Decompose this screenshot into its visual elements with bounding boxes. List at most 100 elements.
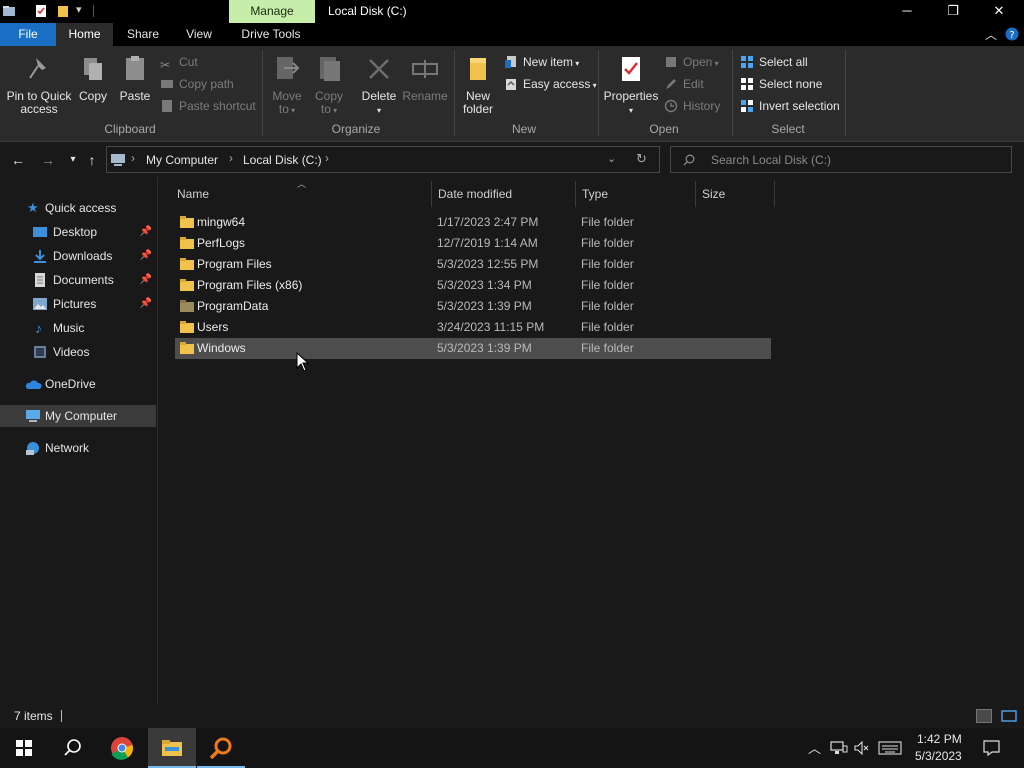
nav-network[interactable]: Network: [0, 437, 156, 459]
select-all-icon: [741, 56, 753, 68]
easy-access-button[interactable]: Easy access ▾: [504, 75, 597, 93]
column-divider[interactable]: [774, 181, 775, 207]
breadcrumb-local-disk[interactable]: Local Disk (C:): [243, 153, 322, 167]
table-row[interactable]: ProgramData 5/3/2023 1:39 PM File folder: [175, 296, 771, 317]
column-divider[interactable]: [575, 181, 576, 207]
magnifier-taskbar-button[interactable]: [197, 728, 245, 768]
move-to-label-1: Move: [272, 89, 302, 103]
move-to-button[interactable]: Move to ▾: [270, 54, 304, 117]
search-box[interactable]: Search Local Disk (C:): [670, 146, 1012, 173]
address-bar[interactable]: › My Computer › Local Disk (C:) › ⌄ ↻: [106, 146, 660, 173]
clock-date[interactable]: 5/3/2023: [915, 749, 962, 763]
network-tray-icon[interactable]: [830, 741, 848, 755]
breadcrumb-my-computer[interactable]: My Computer: [146, 153, 218, 167]
up-button[interactable]: ↑: [82, 149, 102, 171]
select-none-button[interactable]: Select none: [740, 75, 822, 93]
help-icon[interactable]: ?: [1005, 27, 1019, 41]
tab-file[interactable]: File: [0, 23, 56, 46]
pin-to-quick-access-button[interactable]: Pin to Quick access: [6, 54, 72, 116]
refresh-icon[interactable]: ↻: [636, 151, 647, 167]
action-center-icon[interactable]: [983, 740, 1000, 756]
table-row[interactable]: PerfLogs 12/7/2019 1:14 AM File folder: [175, 233, 771, 254]
pin-icon: 📌: [139, 226, 152, 237]
open-button[interactable]: Open ▾: [664, 53, 719, 71]
file-explorer-taskbar-button[interactable]: [148, 728, 196, 768]
history-button[interactable]: History: [664, 97, 720, 115]
minimize-button[interactable]: ─: [884, 0, 930, 23]
paste-shortcut-button[interactable]: Paste shortcut: [160, 97, 256, 115]
hidden-folder-icon: [180, 300, 194, 312]
delete-button[interactable]: Delete ▾: [358, 54, 400, 117]
tab-share[interactable]: Share: [120, 23, 166, 46]
new-folder-button[interactable]: New folder: [458, 54, 498, 116]
new-item-icon: [505, 56, 516, 68]
nav-quick-access[interactable]: ★ Quick access: [0, 197, 156, 219]
column-header-name[interactable]: Name: [177, 185, 209, 203]
invert-selection-button[interactable]: Invert selection: [740, 97, 840, 115]
new-group-label: New: [511, 122, 536, 136]
cut-button[interactable]: ✂ Cut: [160, 53, 198, 72]
qat-dropdown-icon[interactable]: ▾: [76, 3, 82, 16]
document-icon: [35, 273, 45, 287]
select-all-button[interactable]: Select all: [740, 53, 808, 71]
column-header-size[interactable]: Size: [702, 185, 725, 203]
close-button[interactable]: ✕: [976, 0, 1022, 23]
large-icons-view-icon[interactable]: [1001, 710, 1017, 722]
show-hidden-icons-icon[interactable]: ︿: [808, 738, 821, 757]
nav-my-computer[interactable]: My Computer: [0, 405, 156, 427]
table-row[interactable]: mingw64 1/17/2023 2:47 PM File folder: [175, 212, 771, 233]
edit-button[interactable]: Edit: [664, 75, 704, 93]
tab-home[interactable]: Home: [56, 23, 113, 46]
new-folder-qat-icon[interactable]: [56, 4, 70, 18]
search-taskbar-icon[interactable]: [48, 728, 96, 768]
new-folder-label-1: New: [465, 89, 490, 103]
column-divider[interactable]: [431, 181, 432, 207]
rename-button[interactable]: Rename: [402, 54, 448, 103]
nav-item-documents[interactable]: Documents 📌: [0, 269, 156, 291]
paste-icon: [126, 56, 144, 80]
nav-item-music[interactable]: ♪ Music: [0, 317, 156, 339]
column-divider[interactable]: [695, 181, 696, 207]
breadcrumb-separator[interactable]: ›: [229, 151, 233, 165]
maximize-button[interactable]: ❐: [930, 0, 976, 23]
column-header-date-modified[interactable]: Date modified: [438, 185, 512, 203]
properties-button[interactable]: Properties ▾: [603, 54, 659, 117]
nav-item-videos[interactable]: Videos: [0, 341, 156, 363]
table-row[interactable]: Windows 5/3/2023 1:39 PM File folder: [175, 338, 771, 359]
tab-view[interactable]: View: [177, 23, 221, 46]
collapse-ribbon-icon[interactable]: ︿: [985, 26, 997, 43]
volume-muted-icon[interactable]: [854, 741, 870, 755]
paste-button[interactable]: Paste: [117, 54, 153, 103]
table-row[interactable]: Users 3/24/2023 11:15 PM File folder: [175, 317, 771, 338]
nav-item-label: Videos: [53, 345, 90, 359]
easy-access-dropdown-icon: ▾: [590, 81, 597, 90]
properties-qat-icon[interactable]: [34, 4, 48, 18]
nav-item-desktop[interactable]: Desktop 📌: [0, 221, 156, 243]
select-none-label: Select none: [759, 77, 823, 91]
forward-button[interactable]: →: [38, 149, 58, 171]
explorer-icon[interactable]: [2, 4, 16, 18]
breadcrumb-separator[interactable]: ›: [131, 151, 135, 165]
address-dropdown-icon[interactable]: ⌄: [607, 152, 616, 165]
table-row[interactable]: Program Files (x86) 5/3/2023 1:34 PM File …: [175, 275, 771, 296]
windows-start-icon[interactable]: [0, 728, 48, 768]
navigation-bar: ← → ▾ ↑ › My Computer › Local Disk (C:) …: [0, 143, 1024, 177]
clock-time[interactable]: 1:42 PM: [917, 732, 962, 746]
nav-onedrive[interactable]: OneDrive: [0, 373, 156, 395]
keyboard-icon[interactable]: [878, 741, 902, 755]
copy-to-button[interactable]: Copy to ▾: [312, 54, 346, 117]
nav-item-downloads[interactable]: Downloads 📌: [0, 245, 156, 267]
recent-locations-button[interactable]: ▾: [63, 149, 83, 171]
nav-item-pictures[interactable]: Pictures 📌: [0, 293, 156, 315]
column-header-type[interactable]: Type: [582, 185, 608, 203]
back-button[interactable]: ←: [8, 149, 28, 171]
new-item-button[interactable]: New item ▾: [504, 53, 579, 71]
copy-button[interactable]: Copy: [76, 54, 110, 103]
details-view-button[interactable]: [976, 709, 992, 723]
tab-drive-tools[interactable]: Drive Tools: [232, 23, 310, 46]
breadcrumb-separator[interactable]: ›: [325, 151, 329, 165]
copy-path-button[interactable]: Copy path: [160, 75, 234, 93]
tab-manage[interactable]: Manage: [229, 0, 315, 23]
table-row[interactable]: Program Files 5/3/2023 12:55 PM File folde…: [175, 254, 771, 275]
chrome-icon[interactable]: [98, 728, 146, 768]
